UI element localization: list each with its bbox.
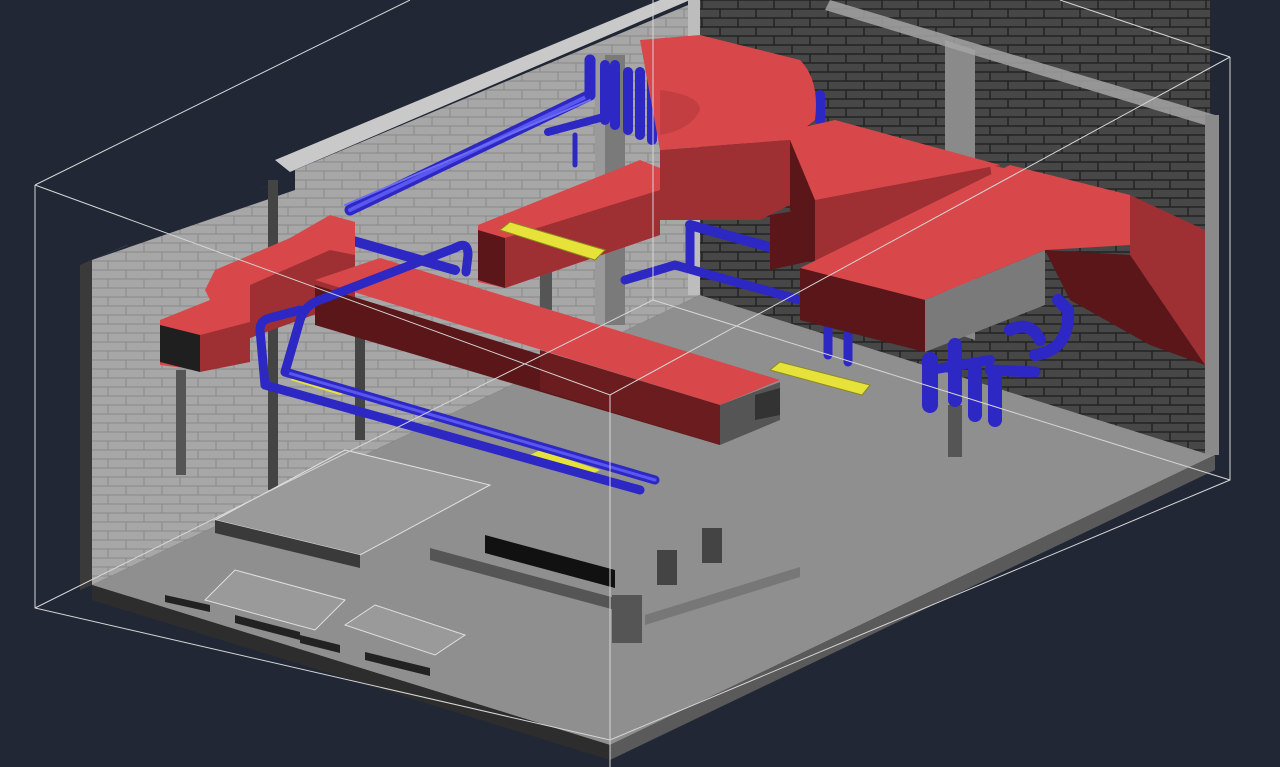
wall-column [268,180,278,490]
model-viewport[interactable] [0,0,1280,767]
hvac-3d-model[interactable] [0,0,1280,767]
